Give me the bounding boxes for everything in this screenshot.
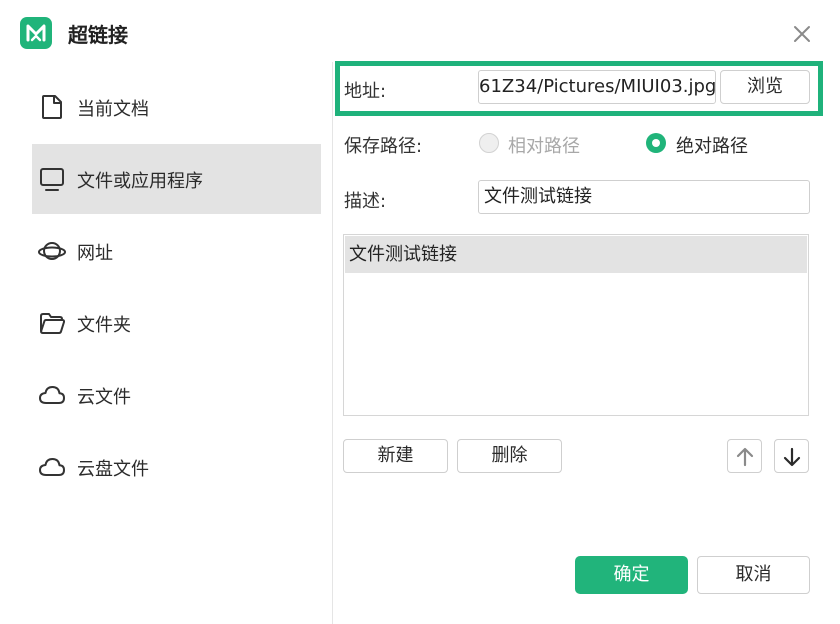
- sidebar-item-label: 网址: [77, 243, 113, 264]
- address-label: 地址:: [344, 81, 387, 102]
- absolute-path-label: 绝对路径: [676, 136, 748, 157]
- absolute-path-radio[interactable]: [646, 133, 666, 153]
- sidebar-item-file-or-app[interactable]: 文件或应用程序: [32, 144, 321, 214]
- sidebar-item-label: 当前文档: [77, 99, 149, 120]
- sidebar-item-label: 文件夹: [77, 315, 131, 336]
- sidebar: 当前文档 文件或应用程序 网址 文件夹 云文件 云盘文件: [0, 62, 333, 624]
- sidebar-item-cloud-file[interactable]: 云文件: [32, 360, 321, 430]
- close-icon[interactable]: [790, 22, 814, 46]
- description-input[interactable]: 文件测试链接: [478, 180, 810, 214]
- delete-button[interactable]: 删除: [457, 439, 562, 473]
- dialog-title: 超链接: [68, 23, 128, 47]
- title-bar: 超链接: [0, 0, 840, 62]
- monitor-icon: [38, 165, 66, 193]
- sidebar-item-label: 云文件: [77, 387, 131, 408]
- sidebar-item-label: 云盘文件: [77, 459, 149, 480]
- relative-path-radio[interactable]: [479, 133, 499, 153]
- sidebar-item-url[interactable]: 网址: [32, 216, 321, 286]
- sidebar-item-label: 文件或应用程序: [77, 171, 203, 192]
- ok-button[interactable]: 确定: [575, 556, 688, 594]
- sidebar-item-cloud-drive-file[interactable]: 云盘文件: [32, 432, 321, 502]
- save-path-label: 保存路径:: [344, 136, 423, 157]
- planet-icon: [38, 237, 66, 265]
- sidebar-item-folder[interactable]: 文件夹: [32, 288, 321, 358]
- new-button[interactable]: 新建: [343, 439, 448, 473]
- cancel-button[interactable]: 取消: [697, 556, 810, 594]
- cloud-icon: [38, 453, 66, 481]
- cloud-icon: [38, 381, 66, 409]
- address-input[interactable]: 61Z34/Pictures/MIUI03.jpg: [478, 70, 716, 104]
- browse-button[interactable]: 浏览: [720, 70, 810, 104]
- link-list[interactable]: 文件测试链接: [343, 234, 809, 416]
- folder-icon: [38, 309, 66, 337]
- list-item[interactable]: 文件测试链接: [345, 236, 807, 273]
- description-label: 描述:: [344, 191, 387, 212]
- relative-path-label: 相对路径: [508, 136, 580, 157]
- sidebar-item-current-document[interactable]: 当前文档: [32, 72, 321, 142]
- move-up-button[interactable]: [727, 439, 762, 473]
- move-down-button[interactable]: [774, 439, 809, 473]
- mindmaster-logo-icon: [20, 17, 52, 49]
- document-icon: [38, 93, 66, 121]
